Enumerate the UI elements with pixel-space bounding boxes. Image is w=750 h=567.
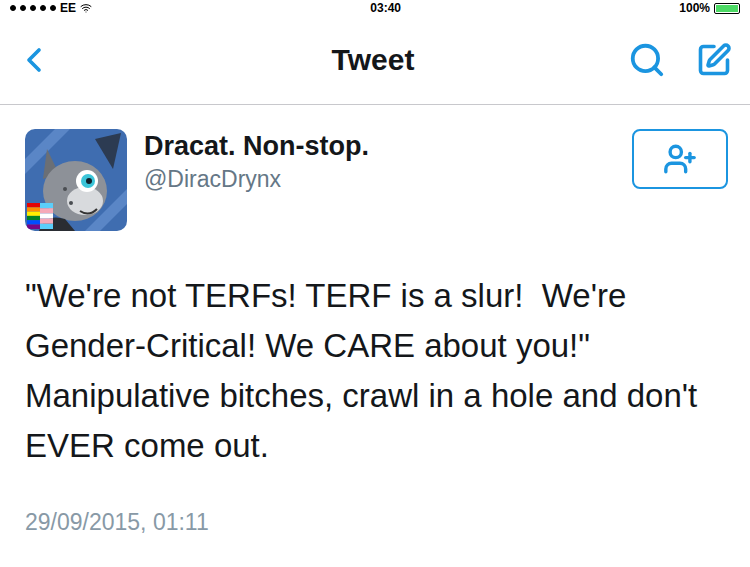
signal-dot <box>20 5 26 11</box>
carrier: EE <box>60 1 76 15</box>
compose-icon[interactable] <box>696 42 732 78</box>
timestamp: 29/09/2015, 01:11 <box>25 509 728 536</box>
wifi-icon <box>80 2 92 14</box>
avatar[interactable] <box>25 129 127 231</box>
status-bar: EE 03:40 100% <box>0 0 750 16</box>
signal-dot <box>50 5 56 11</box>
handle[interactable]: @DiracDrynx <box>144 166 615 193</box>
display-name[interactable]: Dracat. Non-stop. <box>144 131 615 162</box>
nav-title: Tweet <box>332 43 415 77</box>
pride-flag-icon <box>27 203 53 229</box>
clock: 03:40 <box>370 1 401 15</box>
signal-dot <box>10 5 16 11</box>
back-chevron-icon[interactable] <box>14 40 54 80</box>
battery-icon <box>714 3 740 14</box>
follow-button[interactable] <box>632 129 728 189</box>
tweet-text: "We're not TERFs! TERF is a slur! We're … <box>25 271 728 471</box>
signal-dot <box>30 5 36 11</box>
search-icon[interactable] <box>628 41 666 79</box>
signal-dot <box>40 5 46 11</box>
tweet-header: Dracat. Non-stop. @DiracDrynx <box>25 129 728 231</box>
battery-percent: 100% <box>679 1 710 15</box>
tweet: Dracat. Non-stop. @DiracDrynx "We're not T… <box>0 105 750 536</box>
tweet-screen: EE 03:40 100% Tweet Dracat. Non-stop. @DiracD… <box>0 0 750 567</box>
add-user-icon <box>663 142 697 176</box>
nav-bar: Tweet <box>0 16 750 105</box>
